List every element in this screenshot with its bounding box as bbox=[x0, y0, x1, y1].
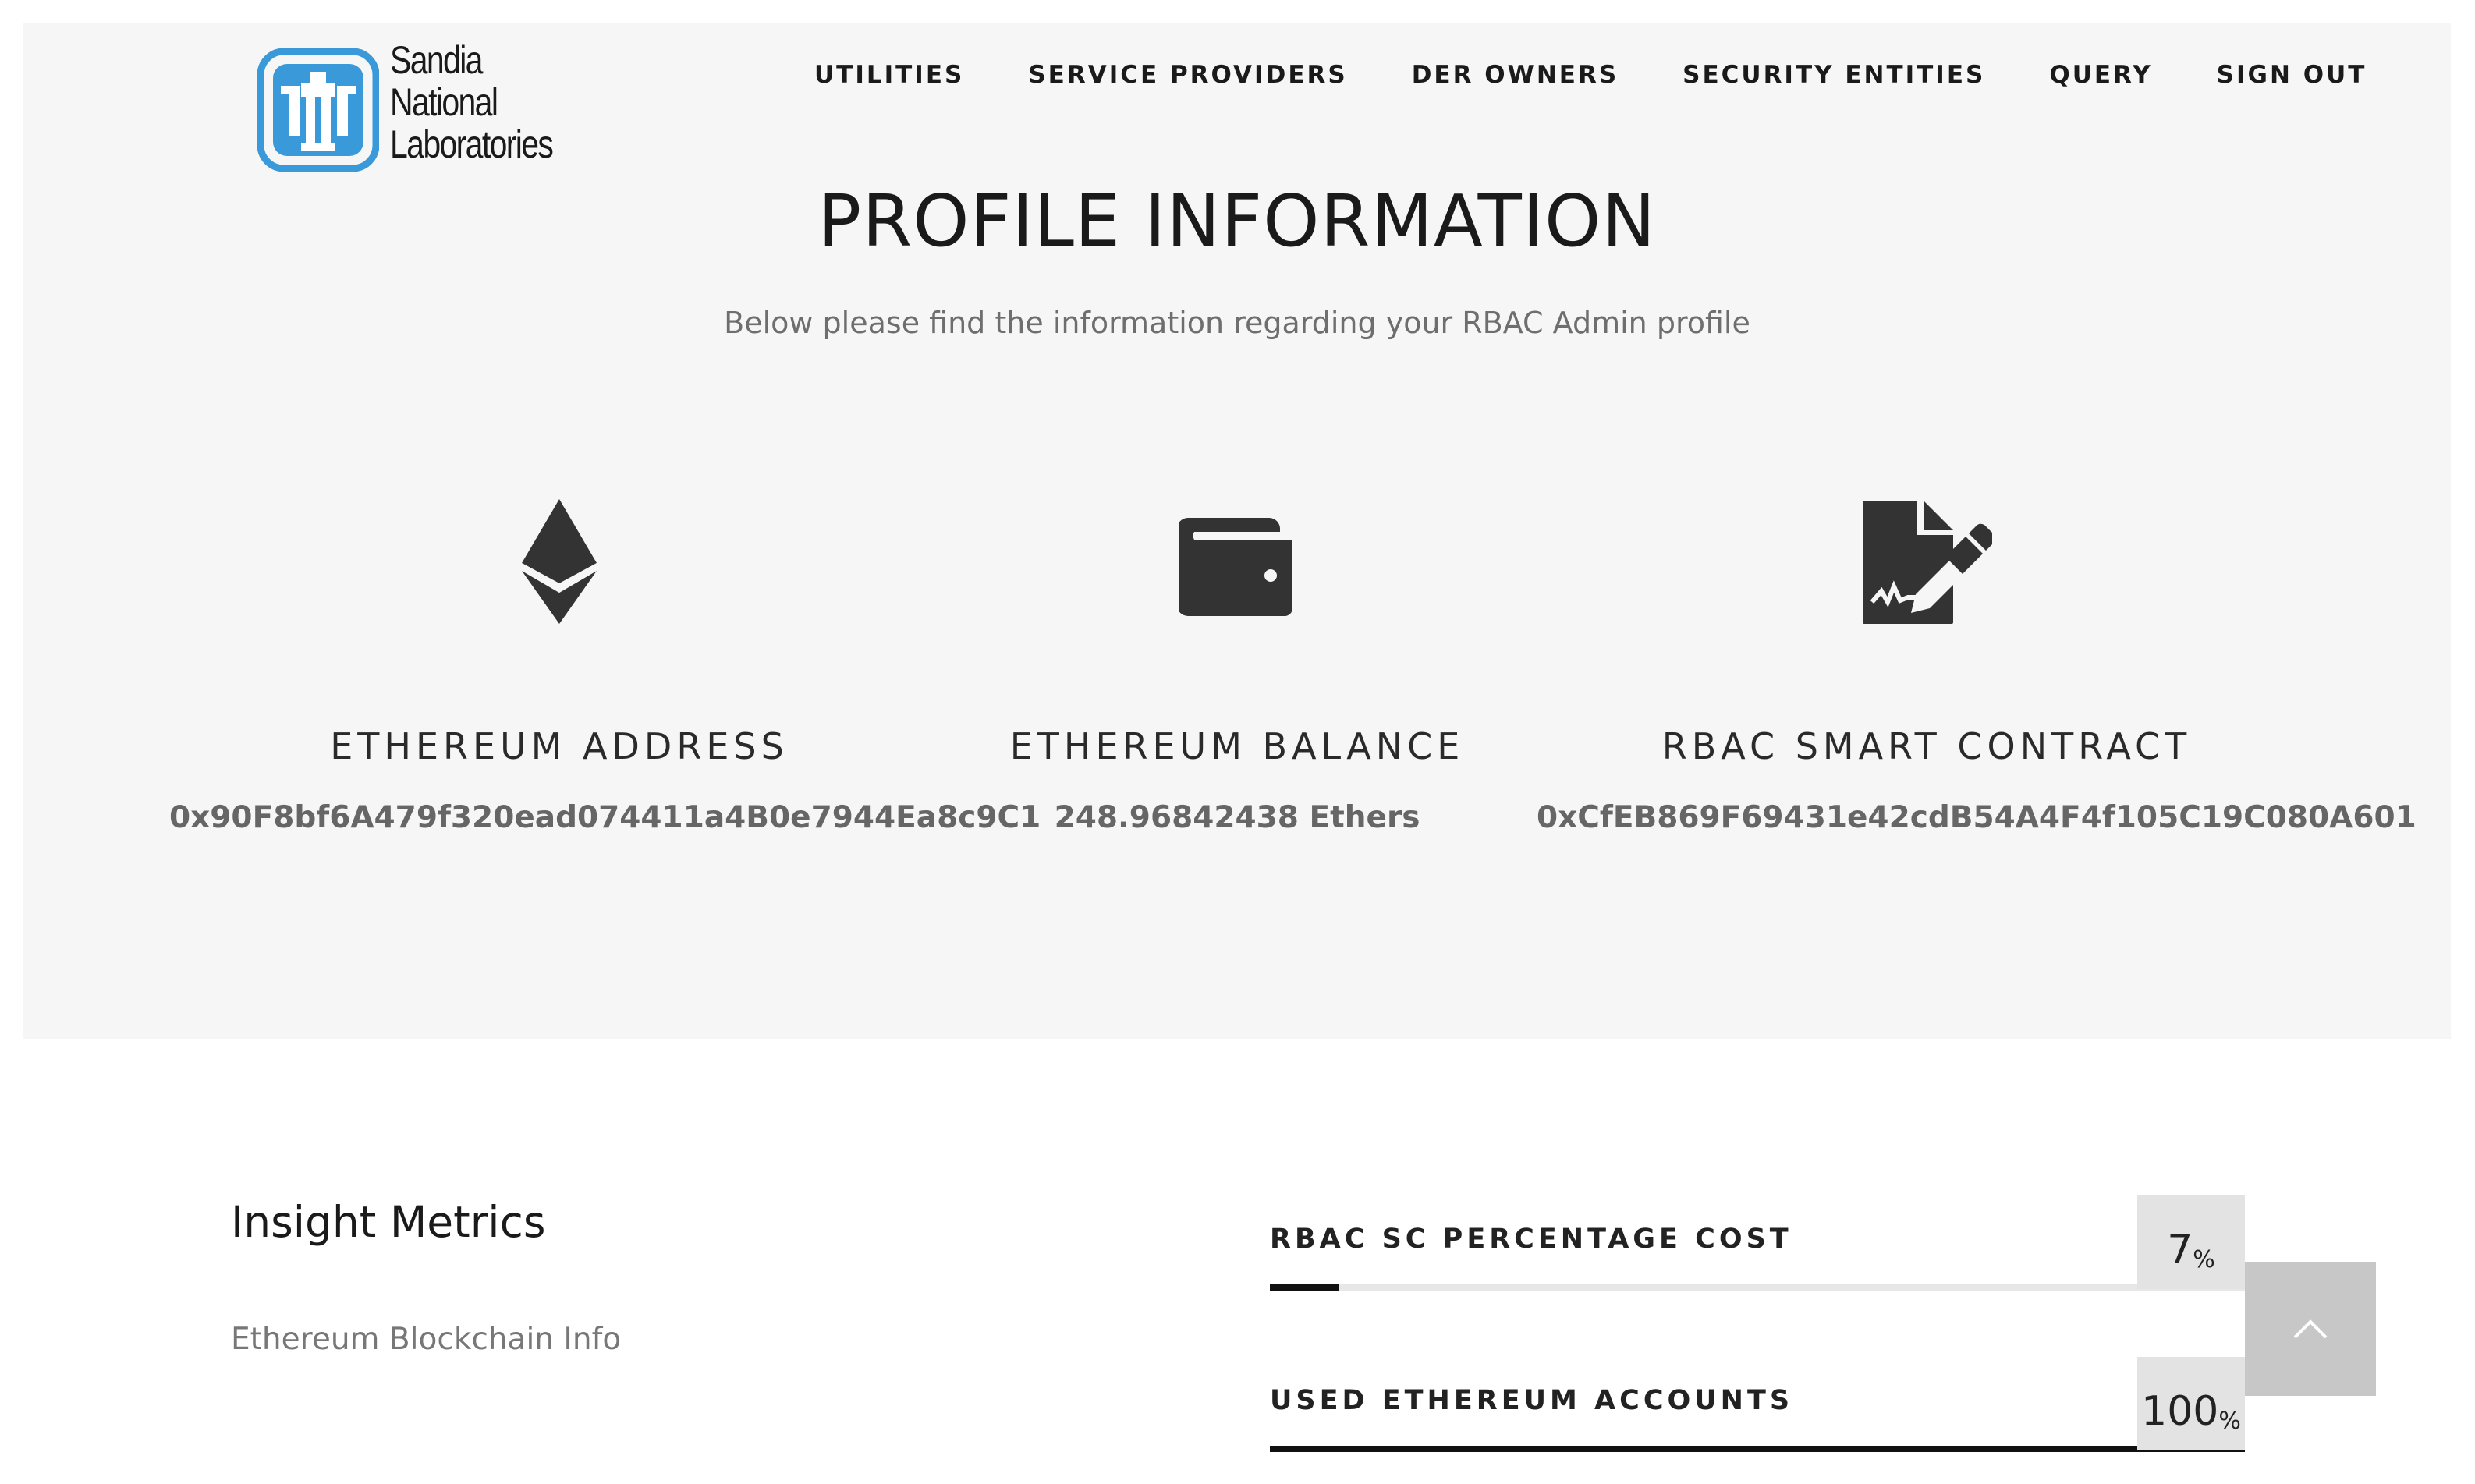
metric-percent-badge: 7% bbox=[2137, 1195, 2245, 1289]
nav-der-owners[interactable]: DER OWNERS bbox=[1412, 61, 1619, 108]
metric-rbac-sc-cost: RBAC SC PERCENTAGE COST 7% bbox=[1270, 1195, 2245, 1297]
ethereum-address-card: ETHEREUM ADDRESS 0x90F8bf6A479f320ead074… bbox=[169, 483, 1041, 835]
progress-track bbox=[1270, 1284, 2245, 1291]
metric-used-ethereum-accounts: USED ETHEREUM ACCOUNTS 100% bbox=[1270, 1357, 2245, 1458]
rbac-smart-contract-value: 0xCfEB869F69431e42cdB54A4F4f105C19C080A6… bbox=[1537, 800, 2416, 835]
nav-utilities[interactable]: UTILITIES bbox=[814, 61, 964, 108]
page-subtitle: Below please find the information regard… bbox=[724, 306, 1750, 340]
logo-line-1: Sandia bbox=[390, 38, 483, 82]
metric-percent-value: 100 bbox=[2141, 1388, 2219, 1435]
metric-percent-unit: % bbox=[2218, 1408, 2241, 1435]
progress-fill bbox=[1270, 1446, 2245, 1452]
scroll-to-top-button[interactable] bbox=[2245, 1262, 2376, 1396]
rbac-smart-contract-card: RBAC SMART CONTRACT 0xCfEB869F69431e42cd… bbox=[1537, 483, 2416, 835]
ethereum-address-value: 0x90F8bf6A479f320ead074411a4B0e7944Ea8c9… bbox=[169, 800, 1041, 835]
logo-wordmark: Sandia National Laboratories bbox=[390, 38, 554, 166]
ethereum-balance-value: 248.96842438 Ethers bbox=[1054, 800, 1420, 835]
metric-percent-unit: % bbox=[2193, 1246, 2215, 1273]
thunderbird-logo-icon bbox=[257, 48, 379, 172]
ethereum-address-label: ETHEREUM ADDRESS bbox=[330, 725, 789, 767]
progress-fill bbox=[1270, 1284, 1339, 1291]
nav-query[interactable]: QUERY bbox=[2049, 61, 2152, 108]
ethereum-balance-card: ETHEREUM BALANCE 248.96842438 Ethers bbox=[847, 483, 1627, 835]
sandia-logo[interactable]: Sandia National Laboratories bbox=[234, 34, 569, 175]
metric-label: USED ETHEREUM ACCOUNTS bbox=[1270, 1385, 1794, 1416]
nav-sign-out[interactable]: SIGN OUT bbox=[2217, 61, 2367, 108]
main-nav: UTILITIES SERVICE PROVIDERS DER OWNERS S… bbox=[814, 61, 2367, 108]
insight-metrics-subtitle: Ethereum Blockchain Info bbox=[231, 1322, 622, 1357]
nav-service-providers[interactable]: SERVICE PROVIDERS bbox=[1028, 61, 1347, 108]
rbac-smart-contract-label: RBAC SMART CONTRACT bbox=[1661, 725, 2192, 767]
insight-metrics-heading: Insight Metrics bbox=[231, 1197, 546, 1247]
chevron-up-icon bbox=[2293, 1319, 2328, 1339]
metric-percent-value: 7 bbox=[2167, 1227, 2193, 1273]
ethereum-balance-label: ETHEREUM BALANCE bbox=[1009, 725, 1465, 767]
profile-hero: Sandia National Laboratories UTILITIES S… bbox=[23, 23, 2451, 1039]
metric-percent-badge: 100% bbox=[2137, 1357, 2245, 1450]
metric-label: RBAC SC PERCENTAGE COST bbox=[1270, 1224, 1792, 1255]
wallet-icon bbox=[1179, 518, 1292, 616]
logo-line-3: Laboratories bbox=[390, 122, 554, 166]
logo-line-2: National bbox=[390, 80, 498, 124]
ethereum-icon bbox=[522, 499, 597, 624]
progress-track bbox=[1270, 1446, 2245, 1452]
page-title: PROFILE INFORMATION bbox=[817, 179, 1657, 263]
contract-sign-icon bbox=[1863, 501, 1992, 624]
nav-security-entities[interactable]: SECURITY ENTITIES bbox=[1683, 61, 1985, 108]
